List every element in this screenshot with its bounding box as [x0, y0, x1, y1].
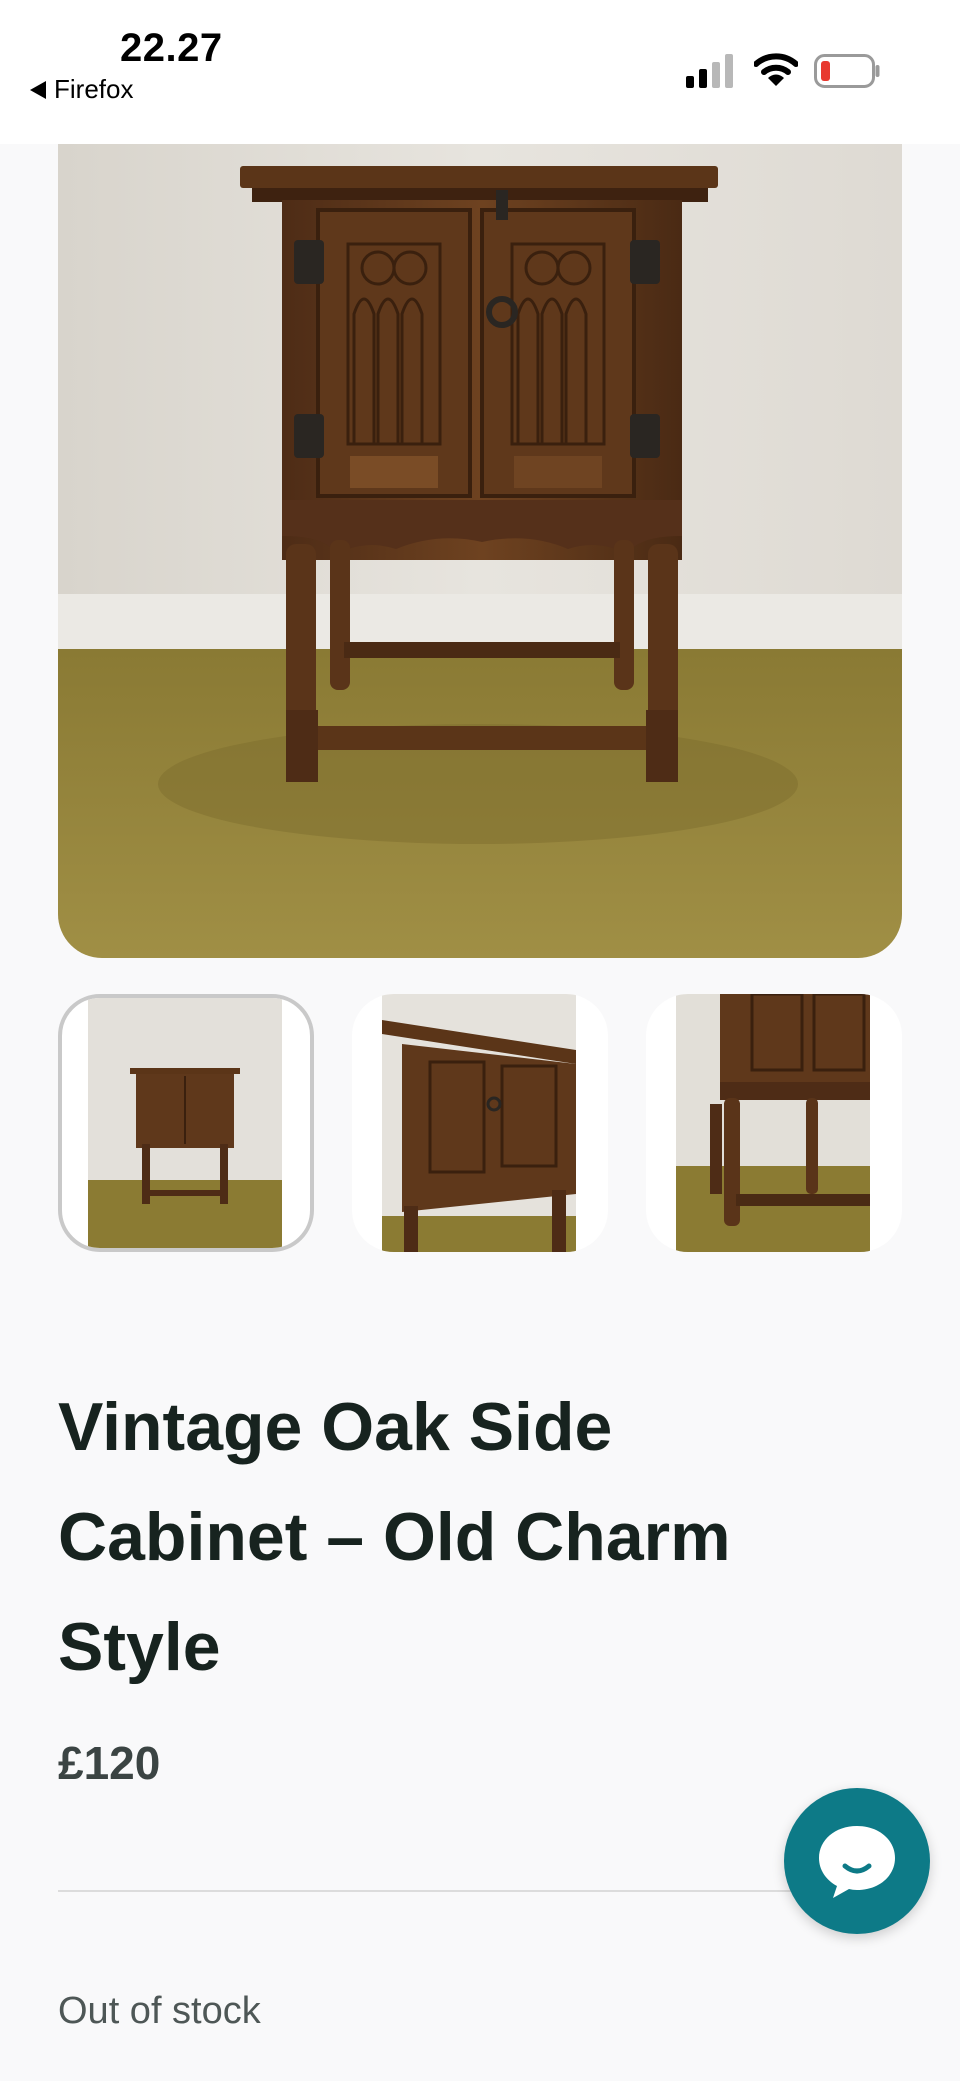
- gallery-thumbnail-3[interactable]: [646, 994, 902, 1252]
- product-title: Vintage Oak Side Cabinet – Old Charm Sty…: [58, 1389, 731, 1685]
- divider: [58, 1890, 798, 1892]
- chat-launcher-button[interactable]: [784, 1788, 930, 1934]
- wifi-icon: [754, 53, 798, 86]
- product-price: £120: [58, 1737, 161, 1789]
- thumbnail-photo-front: [88, 998, 282, 1248]
- product-main-image[interactable]: [58, 144, 902, 958]
- cabinet-photo: [58, 144, 902, 958]
- back-app-label: Firefox: [54, 74, 134, 104]
- gallery-thumbnail-1[interactable]: [58, 994, 314, 1252]
- stock-status: Out of stock: [58, 1990, 261, 2032]
- chat-bubble-icon: [819, 1826, 895, 1898]
- battery-low-icon: [814, 54, 880, 88]
- back-to-app-link[interactable]: Firefox: [30, 74, 133, 105]
- thumbnail-photo-corner: [676, 994, 870, 1252]
- status-time: 22.27: [120, 26, 223, 70]
- gallery-thumbnail-2[interactable]: [352, 994, 608, 1252]
- back-arrow-icon: [30, 80, 46, 99]
- thumbnail-photo-angled: [382, 994, 576, 1252]
- status-bar: 22.27 Firefox: [0, 0, 960, 144]
- cellular-signal-icon: [686, 54, 733, 88]
